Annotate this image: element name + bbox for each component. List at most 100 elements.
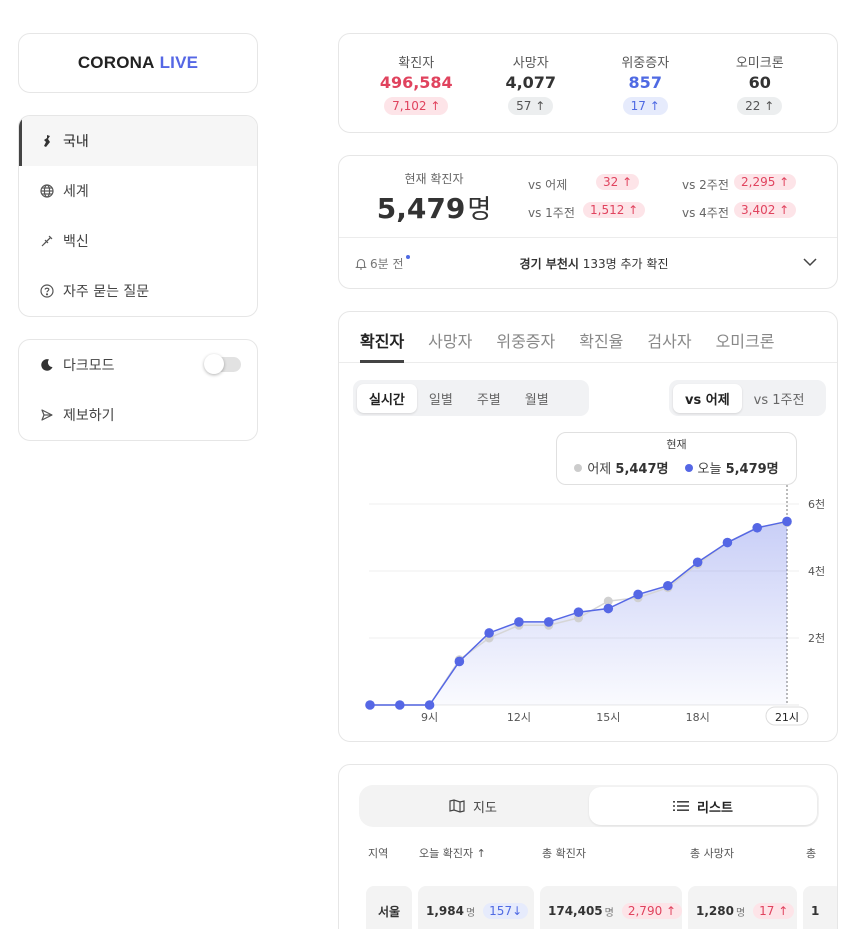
tooltip-yesterday-label: 어제 — [587, 462, 612, 477]
deaths-delta-value: 17 — [759, 904, 775, 918]
syringe-icon — [39, 234, 54, 249]
stat-delta-value: 17 — [630, 98, 646, 113]
nav-item-world[interactable]: 세계 — [19, 166, 257, 216]
tooltip-yesterday: 어제 5,447명 — [574, 458, 669, 477]
dark-mode-toggle[interactable] — [204, 354, 241, 374]
data-point-today — [663, 580, 673, 591]
data-point-today — [454, 656, 465, 667]
confirmed-line-chart: 2천 4천 6천 9시 12시 15시 18시 21시 — [365, 485, 825, 726]
table-row[interactable]: 서울 1,984 명 157↓ 174,405 명 2,790 ↑ 1,280 명 1… — [339, 886, 837, 929]
globe-icon — [39, 184, 54, 199]
nav-item-faq[interactable]: 자주 묻는 질문 — [19, 266, 257, 316]
extra-value: 1 — [811, 904, 820, 918]
nav-item-domestic[interactable]: 국내 — [19, 116, 257, 166]
stat-delta: 17 ↑ — [622, 96, 668, 115]
header-region[interactable]: 지역 — [368, 845, 388, 861]
vs-yesterday: vs 어제 32 ↑ — [528, 174, 640, 193]
x-tick-label: 12시 — [507, 711, 531, 724]
data-point-today — [573, 607, 584, 618]
deaths-value: 1,280 — [696, 904, 734, 918]
list-icon — [673, 801, 690, 811]
cell-extra: 1 — [803, 886, 837, 929]
vs-badge: 32 ↑ — [596, 174, 640, 190]
moon-icon — [39, 358, 54, 373]
map-icon — [449, 799, 465, 813]
nav-item-label: 백신 — [63, 234, 89, 250]
y-tick-label: 4천 — [808, 564, 825, 578]
region-name: 서울 — [377, 904, 401, 919]
current-confirmed-card: 현재 확진자 5,479명 vs 어제 32 ↑ vs 2주전 2,295 ↑ … — [338, 155, 838, 289]
news-region: 경기 부천시 — [519, 256, 579, 271]
vs-badge: 3,402 ↑ — [734, 202, 797, 218]
update-time: 6분 전 — [370, 256, 404, 271]
vs-label: vs 1주전 — [528, 206, 575, 220]
tooltip-title: 현재 — [666, 438, 687, 451]
data-point-today — [633, 589, 643, 600]
list-view-label: 리스트 — [697, 800, 733, 816]
report-row[interactable]: 제보하기 — [19, 390, 257, 440]
logo-card: CORONA LIVE — [18, 33, 258, 93]
header-today-label: 오늘 확진자 — [419, 847, 474, 860]
stat-label: 위중증자 — [621, 55, 670, 71]
stat-confirmed: 확진자 496,584 7,102 ↑ — [371, 52, 461, 115]
stat-label: 확진자 — [398, 55, 435, 71]
tooltip-today-value: 5,479명 — [725, 462, 779, 477]
new-dot — [405, 255, 410, 259]
nav-item-vaccine[interactable]: 백신 — [19, 216, 257, 266]
dark-mode-label: 다크모드 — [63, 358, 115, 374]
vs-label: vs 2주전 — [682, 178, 729, 192]
chevron-down-icon[interactable] — [803, 256, 817, 270]
logo-text-corona: CORONA — [77, 53, 155, 72]
stat-deaths: 사망자 4,077 57 ↑ — [486, 52, 576, 115]
summary-stats: 확진자 496,584 7,102 ↑ 사망자 4,077 57 ↑ 위중증자 … — [338, 33, 838, 133]
arrow-up-icon: ↑ — [430, 98, 441, 113]
data-point-today — [782, 516, 792, 527]
header-today[interactable]: 오늘 확진자 ↑ — [419, 845, 486, 861]
vs-value: 3,402 — [741, 203, 776, 217]
x-tick-label: 15시 — [596, 711, 620, 724]
logo[interactable]: CORONA LIVE — [78, 53, 198, 73]
vs-2weeks: vs 2주전 2,295 ↑ — [682, 174, 797, 193]
header-more[interactable]: 총 — [806, 845, 816, 861]
view-toggle: 지도 리스트 — [359, 785, 819, 827]
y-tick-label: 2천 — [808, 631, 825, 645]
tooltip-today-label: 오늘 — [697, 462, 722, 477]
dark-mode-row[interactable]: 다크모드 — [19, 340, 257, 390]
current-value: 5,479명 — [359, 189, 509, 226]
legend-dot-today — [684, 464, 693, 472]
nav-item-label: 국내 — [63, 134, 89, 150]
chart-tooltip: 현재 어제 5,447명 오늘 5,479명 — [556, 432, 797, 485]
tooltip-yesterday-value: 5,447명 — [615, 462, 669, 477]
total-value: 174,405 — [548, 904, 603, 918]
legend-dot-yesterday — [574, 464, 583, 472]
question-circle-icon — [39, 284, 54, 299]
current-confirmed: 현재 확진자 5,479명 — [359, 170, 509, 226]
vs-value: 32 — [603, 175, 619, 189]
stat-omicron: 오미크론 60 22 ↑ — [715, 52, 805, 115]
arrow-up-icon: ↑ — [649, 98, 660, 113]
logo-text-live: LIVE — [159, 53, 199, 72]
x-tick-label: 21시 — [775, 711, 799, 724]
stat-value: 857 — [628, 72, 662, 92]
arrow-up-icon: ↑ — [535, 98, 546, 113]
news-bar[interactable]: 6분 전 경기 부천시 133명 추가 확진 — [355, 252, 821, 274]
deaths-delta: 17 ↑ — [753, 903, 795, 919]
toggle-knob — [204, 354, 224, 374]
data-point-today — [394, 700, 405, 710]
nav-item-label: 자주 묻는 질문 — [63, 284, 150, 300]
vs-value: 1,512 — [590, 203, 625, 217]
unit: 명 — [735, 907, 746, 919]
vs-label: vs 어제 — [528, 178, 568, 192]
header-total[interactable]: 총 확진자 — [542, 845, 586, 861]
korea-map-icon — [39, 134, 54, 149]
vs-value: 2,295 — [741, 175, 776, 189]
map-view-button[interactable]: 지도 — [359, 785, 587, 827]
region-card: 지도 리스트 지역 오늘 확진자 ↑ 총 확진자 총 사망자 총 서울 1,98… — [338, 764, 838, 929]
data-point-today — [752, 522, 763, 533]
stat-label: 오미크론 — [735, 55, 784, 71]
chart-card: 확진자 사망자 위중증자 확진율 검사자 오미크론 실시간 일별 주별 월별 v… — [338, 311, 838, 742]
cell-total: 174,405 명 2,790 ↑ — [540, 886, 682, 929]
list-view-button[interactable]: 리스트 — [589, 787, 817, 825]
total-delta: 2,790 ↑ — [621, 903, 682, 919]
header-deaths[interactable]: 총 사망자 — [690, 845, 734, 861]
